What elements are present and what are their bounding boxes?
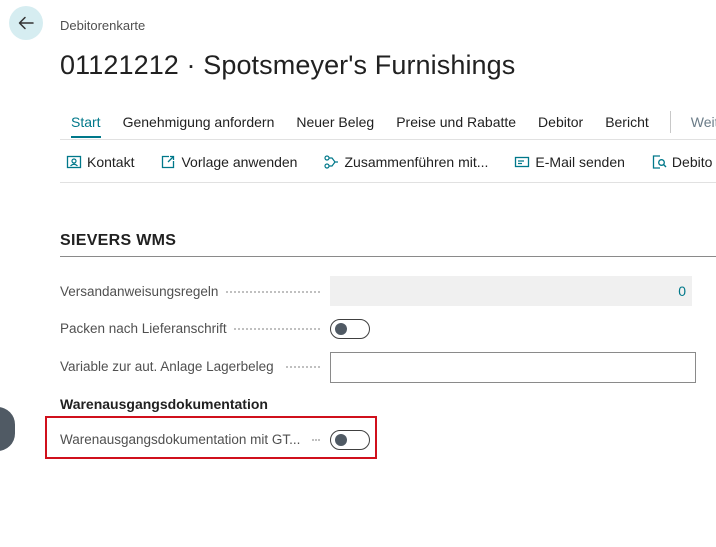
section-title: SIEVERS WMS bbox=[60, 232, 177, 249]
page-title: 01121212 · Spotsmeyer's Furnishings bbox=[60, 50, 516, 80]
auto-warehouse-label: Variable zur aut. Anlage Lagerbeleg bbox=[60, 359, 274, 374]
subsection-title: Warenausgangsdokumentation bbox=[60, 396, 268, 412]
pack-by-address-toggle[interactable] bbox=[330, 319, 370, 339]
tab-start[interactable]: Start bbox=[60, 110, 112, 138]
shipping-rules-count[interactable]: 0 bbox=[678, 283, 686, 299]
toggle-knob bbox=[335, 323, 347, 335]
send-email-label: E-Mail senden bbox=[535, 154, 625, 170]
shipping-rules-label: Versandanweisungsregeln bbox=[60, 284, 219, 299]
section-divider bbox=[60, 256, 716, 257]
tab-divider bbox=[669, 111, 671, 133]
tab-request-approval[interactable]: Genehmigung anfordern bbox=[112, 110, 286, 134]
contact-button-label: Kontakt bbox=[87, 154, 135, 170]
tabs-divider bbox=[60, 139, 716, 140]
merge-with-button[interactable]: Zusammenführen mit... bbox=[323, 154, 488, 170]
tab-more[interactable]: Weite bbox=[681, 114, 716, 130]
apply-template-button[interactable]: Vorlage anwenden bbox=[160, 154, 297, 170]
gtin-doc-toggle[interactable] bbox=[330, 430, 370, 450]
action-tabs: Start Genehmigung anfordern Neuer Beleg … bbox=[60, 108, 716, 138]
customer-report-label: Debito bbox=[671, 154, 713, 170]
contact-button[interactable]: Kontakt bbox=[66, 154, 134, 170]
send-email-button[interactable]: E-Mail senden bbox=[514, 154, 625, 170]
pack-by-address-label: Packen nach Lieferanschrift bbox=[60, 321, 227, 336]
field-leader-dots bbox=[286, 366, 320, 369]
action-bar: Kontakt Vorlage anwenden Zusammenführen … bbox=[66, 150, 716, 174]
merge-with-label: Zusammenführen mit... bbox=[344, 154, 489, 170]
field-leader-dots bbox=[312, 439, 320, 442]
back-button[interactable] bbox=[9, 6, 43, 40]
tab-prices-discounts[interactable]: Preise und Rabatte bbox=[385, 110, 527, 134]
apply-template-label: Vorlage anwenden bbox=[181, 154, 298, 170]
tab-customer[interactable]: Debitor bbox=[527, 110, 594, 134]
auto-warehouse-input[interactable] bbox=[330, 352, 696, 383]
email-icon bbox=[515, 156, 530, 168]
tab-report[interactable]: Bericht bbox=[594, 110, 660, 134]
actions-divider bbox=[60, 182, 716, 183]
toggle-knob bbox=[335, 434, 347, 446]
arrow-left-icon bbox=[18, 16, 34, 30]
breadcrumb: Debitorenkarte bbox=[60, 18, 146, 33]
side-panel-handle[interactable] bbox=[0, 407, 15, 451]
contact-card-icon bbox=[66, 155, 82, 169]
apply-template-icon bbox=[162, 155, 175, 169]
field-leader-dots bbox=[234, 328, 320, 331]
tab-new-document[interactable]: Neuer Beleg bbox=[285, 110, 385, 134]
merge-icon bbox=[324, 155, 339, 169]
customer-report-button[interactable]: Debito bbox=[651, 154, 712, 170]
shipping-rules-value[interactable]: 0 bbox=[330, 276, 692, 306]
field-leader-dots bbox=[226, 291, 320, 294]
document-search-icon bbox=[652, 155, 667, 169]
gtin-doc-label: Warenausgangsdokumentation mit GT... bbox=[60, 432, 301, 447]
